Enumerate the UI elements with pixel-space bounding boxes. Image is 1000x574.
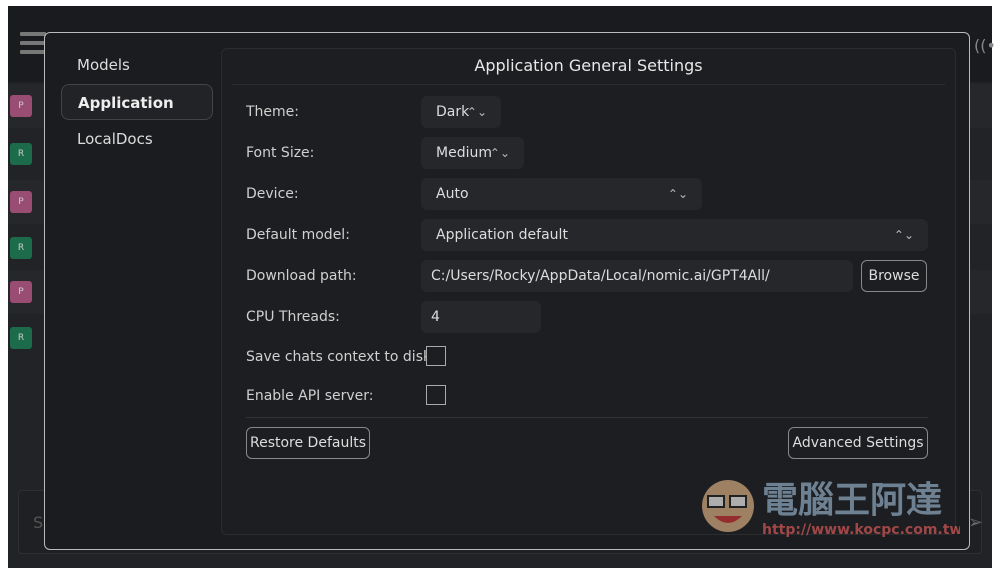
send-icon[interactable]: ➢: [968, 512, 983, 533]
download-path-label: Download path:: [246, 268, 357, 284]
panel-title: Application General Settings: [232, 49, 945, 85]
svg-text:電腦王阿達: 電腦王阿達: [762, 480, 942, 521]
badge: R: [10, 327, 32, 349]
device-label: Device:: [246, 186, 299, 202]
cpu-threads-input[interactable]: 4: [421, 301, 541, 333]
theme-value: Dark: [436, 104, 470, 120]
theme-select[interactable]: Dark ⌃⌄: [421, 96, 501, 128]
device-value: Auto: [436, 186, 469, 202]
default-model-select[interactable]: Application default ⌃⌄: [421, 219, 928, 251]
hamburger-menu-icon[interactable]: [20, 32, 46, 59]
badge: P: [10, 95, 32, 117]
settings-nav: Models Application LocalDocs: [61, 47, 213, 158]
badge: R: [10, 143, 32, 165]
nav-item-localdocs[interactable]: LocalDocs: [61, 121, 213, 157]
updown-icon: ⌃⌄: [667, 187, 688, 201]
theme-label: Theme:: [246, 104, 300, 120]
settings-panel: Application General Settings Theme: Dark…: [221, 48, 956, 535]
nav-item-models[interactable]: Models: [61, 47, 213, 83]
svg-text:http://www.kocpc.com.tw: http://www.kocpc.com.tw: [762, 522, 960, 538]
updown-icon: ⌃⌄: [893, 228, 914, 242]
cpu-threads-label: CPU Threads:: [246, 309, 340, 325]
restore-defaults-button[interactable]: Restore Defaults: [246, 427, 370, 459]
nav-item-application[interactable]: Application: [61, 84, 213, 120]
font-size-value: Medium: [436, 145, 492, 161]
network-icon: ((•: [974, 36, 996, 55]
browse-button[interactable]: Browse: [861, 260, 927, 292]
api-server-label: Enable API server:: [246, 388, 374, 404]
badge: P: [10, 191, 32, 213]
watermark-logo: 電腦王阿達 http://www.kocpc.com.tw: [690, 470, 962, 540]
divider: [246, 417, 928, 418]
font-size-label: Font Size:: [246, 145, 315, 161]
default-model-value: Application default: [436, 227, 568, 243]
device-select[interactable]: Auto ⌃⌄: [421, 178, 702, 210]
font-size-select[interactable]: Medium ⌃⌄: [421, 137, 524, 169]
watermark-face-icon: 電腦王阿達 http://www.kocpc.com.tw: [702, 480, 962, 538]
updown-icon: ⌃⌄: [489, 146, 510, 160]
save-context-label: Save chats context to disk:: [246, 349, 436, 365]
api-server-checkbox[interactable]: [426, 385, 446, 405]
save-context-checkbox[interactable]: [426, 346, 446, 366]
badge: P: [10, 281, 32, 303]
badge: R: [10, 237, 32, 259]
default-model-label: Default model:: [246, 227, 350, 243]
advanced-settings-button[interactable]: Advanced Settings: [788, 427, 928, 459]
updown-icon: ⌃⌄: [466, 105, 487, 119]
download-path-input[interactable]: C:/Users/Rocky/AppData/Local/nomic.ai/GP…: [421, 260, 853, 292]
